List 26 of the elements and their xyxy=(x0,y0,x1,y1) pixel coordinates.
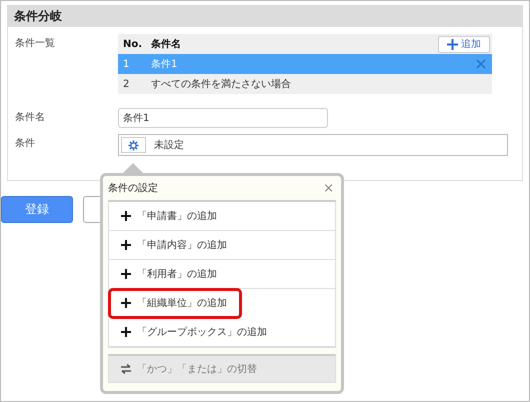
menu-item[interactable]: 「組織単位」の追加 xyxy=(109,289,241,318)
table-row[interactable]: 2 すべての条件を満たさない場合 xyxy=(118,74,492,94)
field-label: 条件 xyxy=(15,137,36,151)
swap-icon xyxy=(121,364,131,374)
section-title: 条件分岐 xyxy=(14,8,62,24)
plus-icon xyxy=(121,240,131,250)
plus-icon xyxy=(121,211,131,221)
column-header: 条件名 xyxy=(151,38,182,51)
plus-icon xyxy=(121,327,131,337)
settings-button[interactable] xyxy=(121,137,146,153)
plus-icon xyxy=(447,38,458,50)
close-button[interactable]: × xyxy=(321,180,336,196)
settings-icon xyxy=(128,140,139,150)
plus-icon xyxy=(121,269,131,279)
input-field[interactable]: 条件1 xyxy=(118,108,328,128)
column-header: No. xyxy=(122,38,144,50)
field-label: 条件一覧 xyxy=(15,37,56,51)
add-button[interactable]: 追加 xyxy=(438,36,490,52)
popup-title: 条件の設定 xyxy=(108,182,158,195)
field-label: 条件名 xyxy=(15,111,46,125)
table-cell-text: 1 xyxy=(122,58,130,70)
table-cell-text: すべての条件を満たさない場合 xyxy=(151,78,292,91)
table-cell-text: 2 xyxy=(122,78,130,90)
condition-value: 未設定 xyxy=(154,138,184,152)
plus-icon xyxy=(121,298,131,308)
table-cell-text: 条件1 xyxy=(151,58,178,71)
